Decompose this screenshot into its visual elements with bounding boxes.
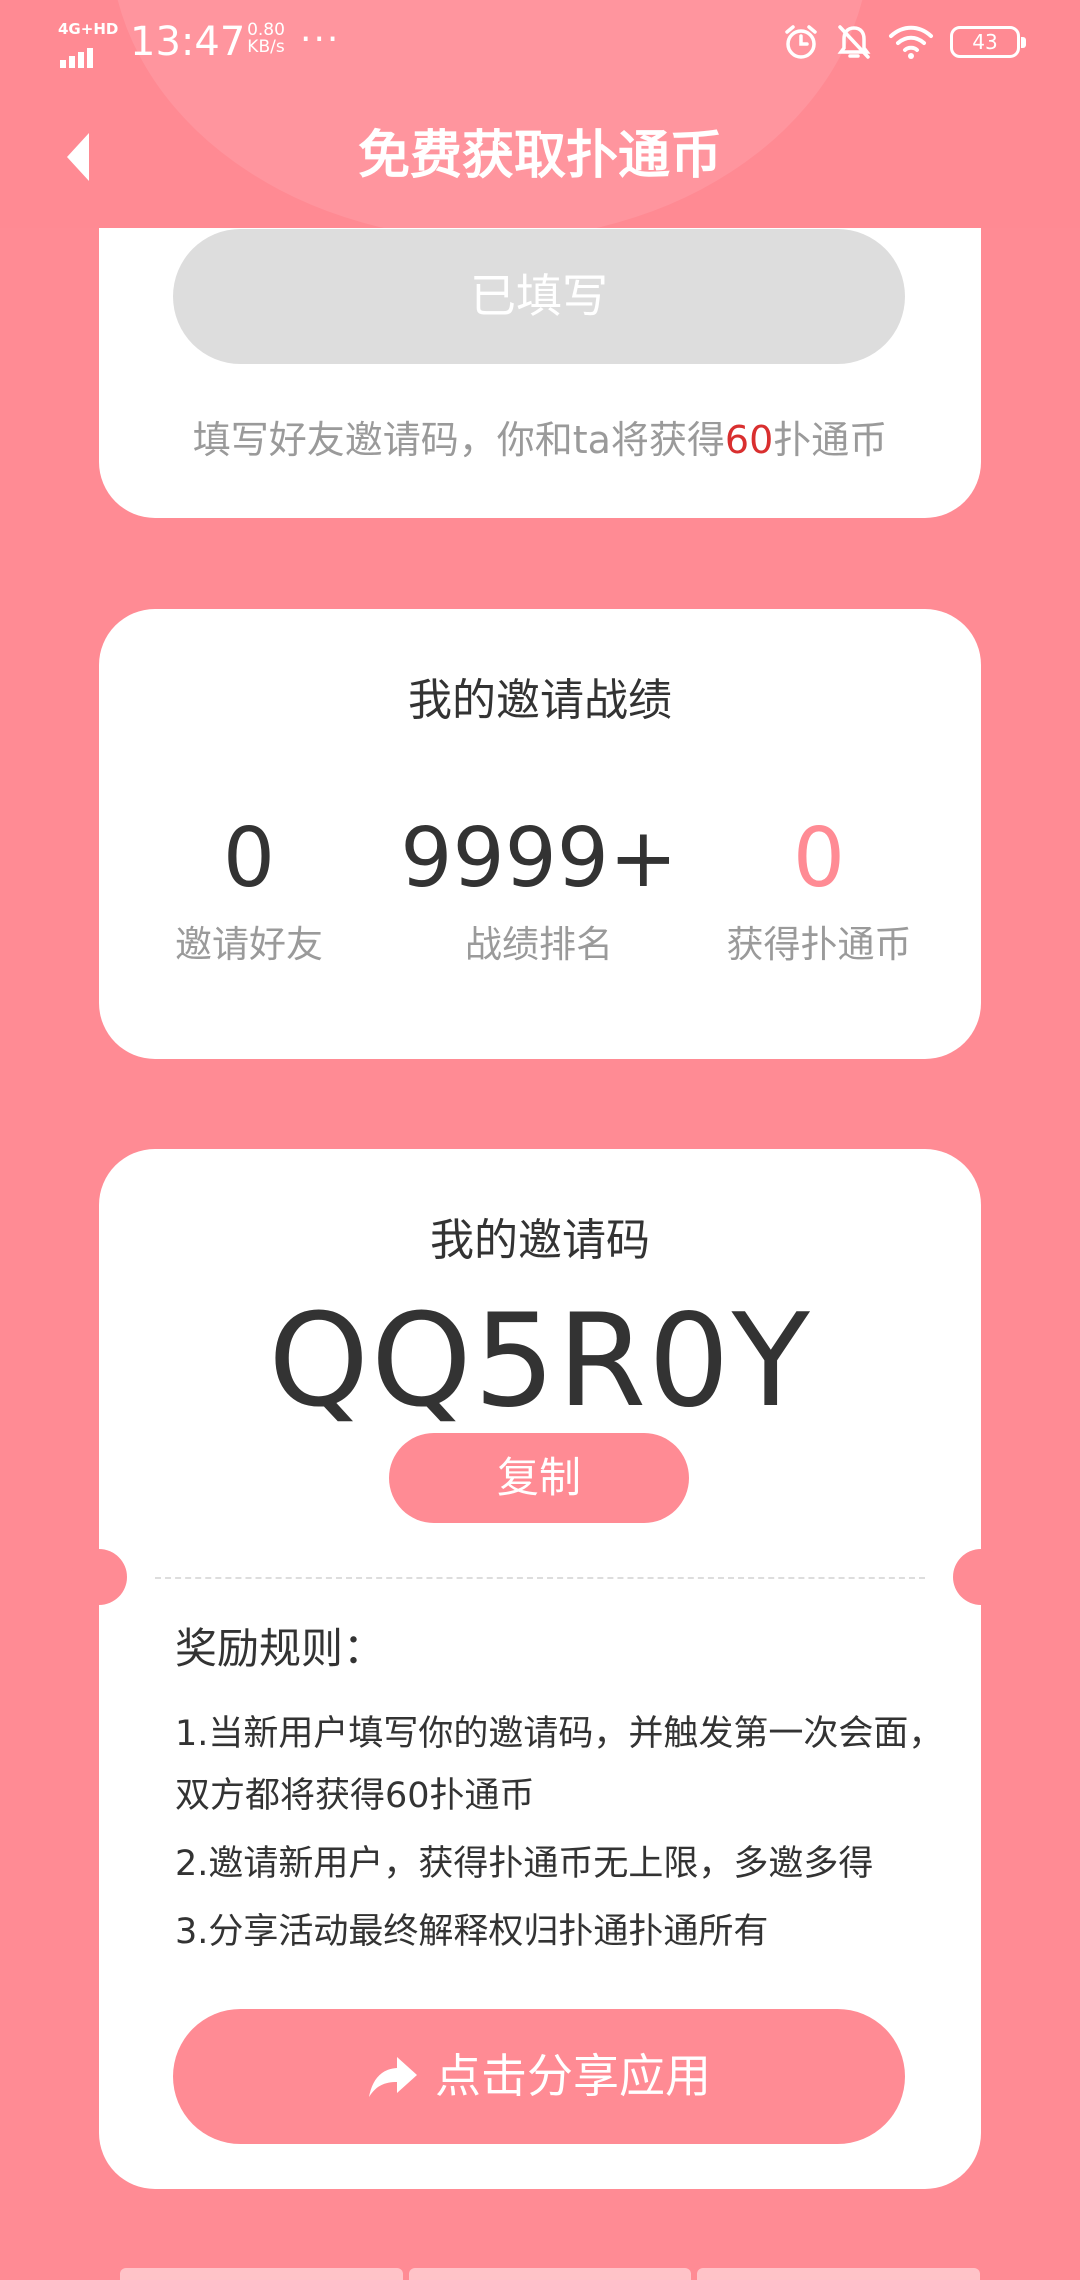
share-label: 点击分享应用: [435, 2049, 711, 2103]
invite-hint: 填写好友邀请码，你和ta将获得60扑通币: [99, 410, 981, 470]
hint-text-before: 填写好友邀请码，你和ta将获得: [192, 418, 725, 462]
back-button[interactable]: [44, 122, 114, 192]
invite-code-value: QQ5R0Y: [268, 1287, 812, 1436]
stats-title: 我的邀请战绩: [408, 675, 672, 726]
status-icons: 43: [782, 20, 1026, 64]
hint-amount: 60: [724, 418, 774, 462]
stat-value: 9999+: [400, 811, 678, 906]
status-bar: 4G+HD 13:47 0.80 KB/s ··· 43: [0, 0, 1080, 84]
more-notifications: ···: [300, 19, 341, 60]
battery-indicator: 43: [950, 26, 1026, 58]
share-app-button[interactable]: 点击分享应用: [173, 2009, 905, 2144]
copy-button[interactable]: 复制: [389, 1433, 689, 1523]
share-arrow-icon: [369, 2056, 417, 2097]
invite-code-card: 我的邀请码 QQ5R0Y 复制 奖励规则： 1.当新用户填写你的邀请码，并触发第…: [71, 1149, 1009, 2189]
wifi-icon: [889, 25, 933, 59]
rule-item: 2.邀请新用户，获得扑通币无上限，多邀多得: [175, 1844, 874, 1884]
stat-value: 0: [792, 811, 846, 906]
invite-code-title: 我的邀请码: [430, 1215, 650, 1266]
rules-list: 1.当新用户填写你的邀请码，并触发第一次会面，双方都将获得60扑通币 2.邀请新…: [175, 1703, 975, 1969]
signal-icon: [60, 48, 96, 68]
page-title: 免费获取扑通币: [357, 126, 722, 186]
network-type: 4G+HD: [58, 20, 119, 38]
next-section-peek: [120, 2268, 981, 2280]
back-chevron-icon: [67, 133, 89, 181]
ticket-notch-left: [71, 1549, 127, 1605]
invite-stats-card: 我的邀请战绩 0 邀请好友 9999+ 战绩排名 0 获得扑通币: [99, 609, 981, 1059]
clock: 13:47: [130, 19, 246, 65]
signal-indicator: 4G+HD: [58, 20, 118, 68]
rules-title: 奖励规则：: [175, 1624, 386, 1673]
network-speed: 0.80 KB/s: [243, 22, 289, 56]
bell-muted-icon: [837, 25, 871, 59]
stat-value: 0: [222, 811, 276, 906]
ticket-notch-right: [953, 1549, 1009, 1605]
stat-label: 战绩排名: [465, 923, 613, 966]
rule-item: 1.当新用户填写你的邀请码，并触发第一次会面，双方都将获得60扑通币: [175, 1714, 944, 1816]
stat-coins-earned: 0 获得扑通币: [669, 809, 969, 973]
top-bar: 4G+HD 13:47 0.80 KB/s ··· 43 免费获取扑通币: [0, 0, 1080, 228]
hint-text-after: 扑通币: [773, 418, 888, 462]
alarm-icon: [785, 25, 817, 59]
stat-ranking: 9999+ 战绩排名: [389, 809, 689, 973]
dashed-divider: [155, 1577, 925, 1579]
stat-label: 邀请好友: [175, 923, 323, 966]
rule-item: 3.分享活动最终解释权归扑通扑通所有: [175, 1912, 769, 1952]
filled-button[interactable]: 已填写: [173, 229, 905, 364]
invite-entry-card: 已填写 填写好友邀请码，你和ta将获得60扑通币: [99, 180, 981, 518]
stat-invited-friends: 0 邀请好友: [99, 809, 399, 973]
speed-unit: KB/s: [247, 37, 285, 57]
stat-label: 获得扑通币: [726, 923, 912, 966]
header: 免费获取扑通币: [0, 100, 1080, 212]
